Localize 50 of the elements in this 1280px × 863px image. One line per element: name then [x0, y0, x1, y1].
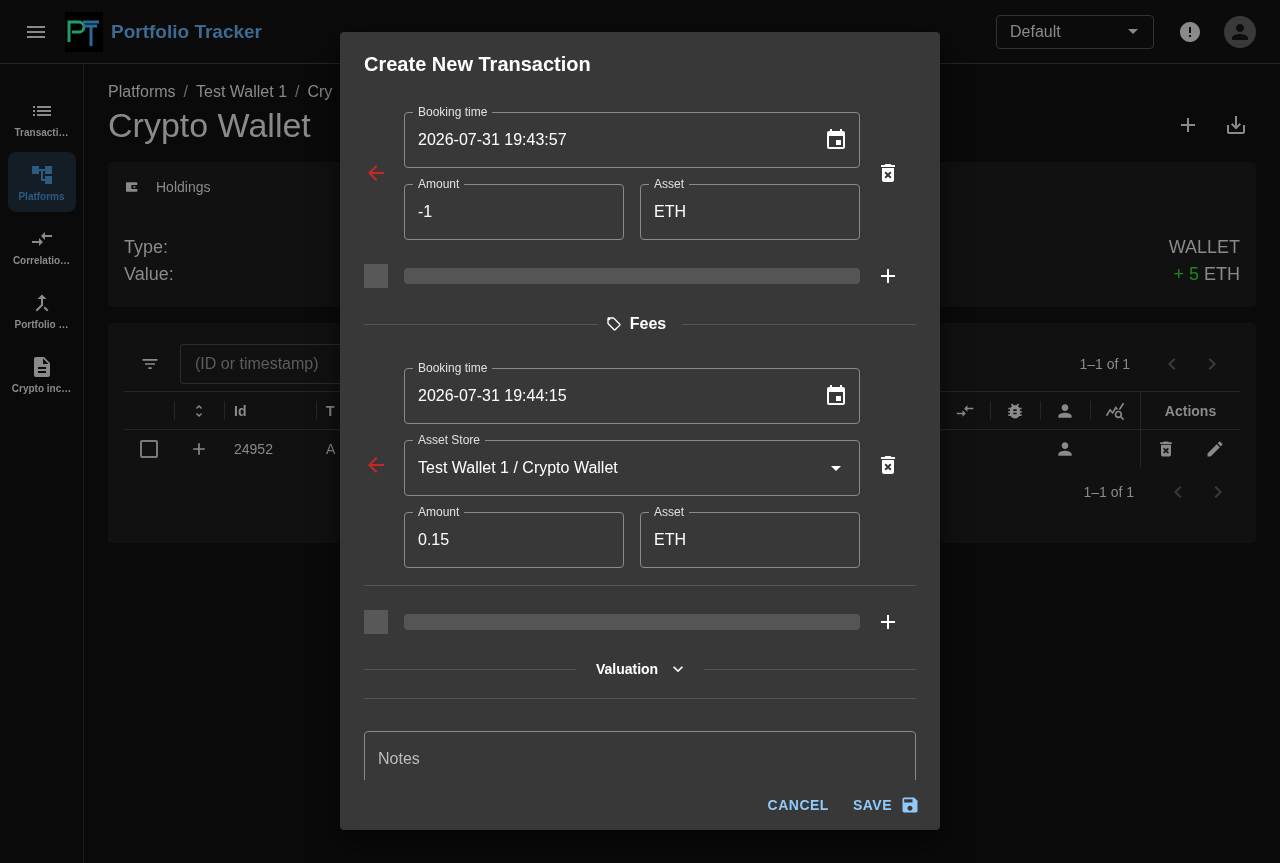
type-label: Type:: [124, 237, 169, 258]
dropdown-icon: [1128, 29, 1138, 34]
calendar-icon[interactable]: [824, 128, 848, 152]
tag-icon: [605, 316, 622, 332]
wallet-icon: [124, 179, 140, 195]
nav-item[interactable]: Crypto inc…: [7, 344, 76, 404]
nav-item[interactable]: Transacti…: [7, 88, 76, 148]
placeholder-square: [364, 610, 388, 634]
breadcrumb-separator: /: [183, 83, 189, 101]
logo-icon[interactable]: [65, 11, 103, 52]
type-value: WALLET: [1168, 237, 1240, 258]
value-amount: + 5: [1173, 264, 1199, 284]
table-cell: A: [326, 440, 336, 457]
cancel-button[interactable]: CANCEL: [759, 791, 837, 819]
placeholder-square: [364, 264, 388, 288]
field-label: Asset: [649, 177, 689, 191]
dialog-title: Create New Transaction: [363, 52, 592, 76]
value-unit: ETH: [1204, 264, 1240, 284]
column-header[interactable]: T: [326, 402, 335, 419]
column-header[interactable]: Id: [234, 402, 247, 419]
breadcrumb-link[interactable]: Platforms: [108, 83, 176, 101]
valuation-toggle[interactable]: Valuation: [583, 657, 697, 681]
app-title: Portfolio Tracker: [111, 20, 262, 43]
pagination-text: 1–1 of 1: [1083, 484, 1134, 500]
card-title: Holdings: [156, 179, 211, 195]
nav-item[interactable]: Correlatio…: [7, 216, 76, 276]
breadcrumb-separator: /: [295, 83, 300, 101]
field-label: Booking time: [413, 105, 493, 119]
value-label: Value:: [124, 264, 174, 285]
calendar-icon[interactable]: [824, 384, 848, 408]
field-label: Asset Store: [413, 433, 486, 447]
field-label: Amount: [413, 177, 465, 191]
column-header: Actions: [1164, 402, 1217, 419]
pagination-text: 1–1 of 1: [1079, 356, 1130, 372]
breadcrumb-link[interactable]: Test Wallet 1: [196, 83, 288, 101]
chart-search-icon[interactable]: [1105, 400, 1125, 421]
save-button[interactable]: SAVE: [844, 789, 928, 821]
section-heading: Fees: [629, 315, 667, 333]
download-icon[interactable]: [1224, 113, 1248, 137]
field-label: Booking time: [413, 361, 493, 375]
table-cell: 24952: [234, 440, 273, 457]
field-label: Amount: [413, 505, 465, 519]
breadcrumb-link[interactable]: Cry: [307, 83, 333, 101]
alert-icon[interactable]: [1178, 19, 1202, 44]
row-checkbox[interactable]: [140, 439, 158, 458]
page-title: Crypto Wallet: [108, 105, 311, 145]
field-label: Asset: [649, 505, 689, 519]
save-icon: [900, 795, 920, 815]
portfolio-select[interactable]: Default: [996, 14, 1154, 49]
nav-item[interactable]: Portfolio …: [7, 280, 76, 340]
